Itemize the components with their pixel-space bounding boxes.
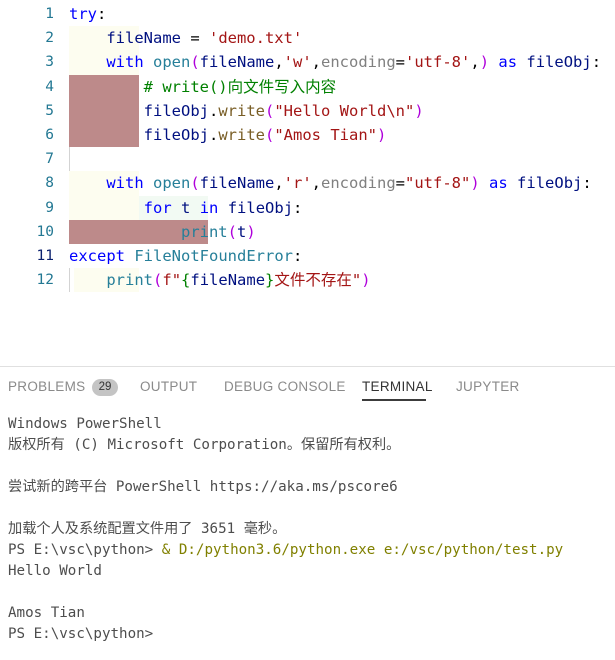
tab-jupyter[interactable]: JUPYTER bbox=[456, 367, 520, 407]
tab-label: DEBUG CONSOLE bbox=[224, 379, 346, 394]
line-number[interactable]: 5 bbox=[0, 99, 54, 123]
code-line[interactable]: 11 except FileNotFoundError: bbox=[0, 244, 615, 268]
code-text: with open(fileName,'r',encoding="utf-8")… bbox=[106, 174, 592, 193]
line-number[interactable]: 3 bbox=[0, 50, 54, 74]
line-number[interactable]: 10 bbox=[0, 220, 54, 244]
line-number[interactable]: 11 bbox=[0, 244, 54, 268]
code-line[interactable]: 9 for t in fileObj: bbox=[0, 195, 615, 220]
terminal-line: Amos Tian bbox=[0, 603, 615, 624]
terminal-line: PS E:\vsc\python> & D:/python3.6/python.… bbox=[0, 540, 615, 561]
terminal-prompt: PS E:\vsc\python> bbox=[8, 542, 162, 558]
code-text: fileName = 'demo.txt' bbox=[106, 29, 303, 48]
terminal-line: 尝试新的跨平台 PowerShell https://aka.ms/pscore… bbox=[0, 477, 615, 498]
code-text: # write()向文件写入内容 bbox=[143, 77, 337, 96]
code-line[interactable]: 2 fileName = 'demo.txt' bbox=[0, 26, 615, 51]
code-line[interactable]: 8 with open(fileName,'r',encoding="utf-8… bbox=[0, 171, 615, 196]
line-number[interactable]: 8 bbox=[0, 171, 54, 195]
line-number[interactable]: 6 bbox=[0, 123, 54, 147]
tab-debug-console[interactable]: DEBUG CONSOLE bbox=[224, 367, 346, 407]
line-number[interactable]: 12 bbox=[0, 268, 54, 292]
terminal-text: PS E:\vsc\python> bbox=[8, 626, 154, 642]
terminal-text: Windows PowerShell bbox=[8, 416, 162, 432]
code-editor[interactable]: 1 try: 2 fileName = 'demo.txt' 3 with open(… bbox=[0, 0, 615, 366]
code-text: fileObj.write("Hello World\n") bbox=[143, 101, 424, 120]
code-text: with open(fileName,'w',encoding='utf-8',… bbox=[106, 53, 602, 72]
tab-terminal[interactable]: TERMINAL bbox=[362, 367, 433, 407]
terminal-output[interactable]: Windows PowerShell 版权所有 (C) Microsoft Cor… bbox=[0, 414, 615, 660]
code-text: try: bbox=[69, 5, 107, 23]
terminal-command: & D:/python3.6/python.exe e:/vsc/python/… bbox=[161, 542, 564, 558]
tab-output[interactable]: OUTPUT bbox=[140, 367, 197, 407]
terminal-line: 版权所有 (C) Microsoft Corporation。保留所有权利。 bbox=[0, 435, 615, 456]
code-text: fileObj.write("Amos Tian") bbox=[143, 126, 387, 144]
line-number[interactable]: 4 bbox=[0, 75, 54, 99]
code-line[interactable]: 12 print(f"{fileName}文件不存在") bbox=[0, 268, 615, 293]
line-number[interactable]: 1 bbox=[0, 2, 54, 26]
tab-label: TERMINAL bbox=[362, 379, 433, 394]
terminal-text: 版权所有 (C) Microsoft Corporation。保留所有权利。 bbox=[8, 437, 401, 453]
line-number[interactable]: 2 bbox=[0, 26, 54, 50]
terminal-text: 尝试新的跨平台 PowerShell https://aka.ms/pscore… bbox=[8, 479, 398, 495]
terminal-line: 加载个人及系统配置文件用了 3651 毫秒。 bbox=[0, 519, 615, 540]
terminal-line: PS E:\vsc\python> bbox=[0, 624, 615, 645]
tab-problems[interactable]: PROBLEMS bbox=[8, 367, 85, 407]
terminal-line: Hello World bbox=[0, 561, 615, 582]
code-line[interactable]: 3 with open(fileName,'w',encoding='utf-8… bbox=[0, 50, 615, 75]
code-line[interactable]: 10 print(t) bbox=[0, 219, 615, 244]
active-tab-underline bbox=[362, 399, 426, 401]
tab-label: JUPYTER bbox=[456, 379, 520, 394]
tab-label: OUTPUT bbox=[140, 379, 198, 394]
code-line[interactable]: 1 try: bbox=[0, 2, 615, 26]
code-line[interactable]: 6 fileObj.write("Amos Tian") bbox=[0, 123, 615, 148]
code-line[interactable]: 5 fileObj.write("Hello World\n") bbox=[0, 98, 615, 123]
terminal-text: Hello World bbox=[8, 563, 102, 579]
code-line[interactable]: 7 bbox=[0, 147, 615, 172]
code-text: for t in fileObj: bbox=[143, 198, 303, 217]
indent-guide bbox=[69, 147, 70, 172]
terminal-line: Windows PowerShell bbox=[0, 414, 615, 435]
code-text: except FileNotFoundError: bbox=[69, 247, 303, 265]
code-text: print(f"{fileName}文件不存在") bbox=[106, 271, 371, 290]
terminal-text: Amos Tian bbox=[8, 605, 85, 621]
terminal-text: 加载个人及系统配置文件用了 3651 毫秒。 bbox=[8, 521, 287, 537]
panel-tabbar: PROBLEMS 29 OUTPUT DEBUG CONSOLE TERMINAL JUP… bbox=[0, 367, 615, 407]
code-text: print(t) bbox=[180, 222, 256, 241]
code-line[interactable]: 4 # write()向文件写入内容 bbox=[0, 74, 615, 99]
line-number[interactable]: 7 bbox=[0, 147, 54, 171]
problems-count-badge: 29 bbox=[92, 379, 118, 396]
line-number[interactable]: 9 bbox=[0, 196, 54, 220]
tab-label: PROBLEMS bbox=[8, 379, 86, 394]
